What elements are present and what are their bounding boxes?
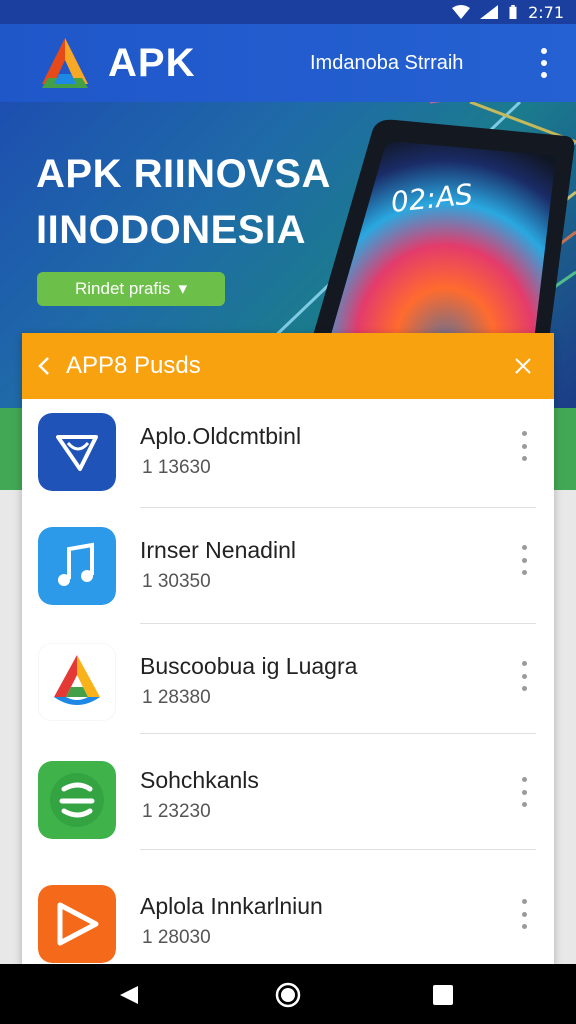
apps-panel: APP8 Pusds Aplo.Oldcmtbinl 1 13630 Irnse… — [22, 333, 554, 965]
item-size: 1 13630 — [142, 457, 211, 478]
list-item[interactable]: Buscoobua ig Luagra 1 28380 — [22, 629, 554, 745]
status-time: 2:71 — [528, 2, 564, 22]
close-icon[interactable] — [514, 357, 532, 375]
item-size: 1 23230 — [142, 801, 211, 822]
list-item[interactable]: Sohchkanls 1 23230 — [22, 743, 554, 859]
item-more-icon[interactable] — [522, 545, 528, 575]
wifi-icon — [452, 5, 471, 19]
hero-action-button[interactable]: Rindet prafis ▾ — [37, 272, 225, 306]
play-triangle-icon — [38, 885, 116, 963]
item-name: Buscoobua ig Luagra — [140, 653, 358, 679]
nav-home-icon[interactable] — [275, 982, 301, 1008]
item-more-icon[interactable] — [522, 431, 528, 461]
status-bar: 2:71 — [0, 0, 576, 24]
nav-back-icon[interactable] — [118, 984, 140, 1006]
chevron-down-icon: ▾ — [178, 279, 187, 298]
overflow-menu-icon[interactable] — [538, 48, 550, 78]
nav-recents-icon[interactable] — [433, 985, 453, 1005]
app-bar: APK Imdanoba Strraih — [0, 24, 576, 102]
hero-title: APK RIINOVSA IINODONESIA — [36, 152, 331, 252]
list-item[interactable]: Aplo.Oldcmtbinl 1 13630 — [22, 399, 554, 515]
item-more-icon[interactable] — [522, 661, 528, 691]
item-name: Aplo.Oldcmtbinl — [140, 423, 302, 449]
panel-title: APP8 Pusds — [66, 352, 201, 379]
apk-logo-icon — [42, 38, 88, 88]
divider — [140, 623, 536, 624]
item-size: 1 28030 — [142, 927, 211, 948]
music-note-icon — [38, 527, 116, 605]
panel-header: APP8 Pusds — [22, 333, 554, 399]
multicolor-triangle-icon — [38, 643, 116, 721]
item-more-icon[interactable] — [522, 899, 528, 929]
s-logo-icon — [38, 761, 116, 839]
divider — [140, 849, 536, 850]
system-nav-bar — [0, 964, 576, 1024]
divider — [140, 507, 536, 508]
battery-icon — [509, 5, 517, 19]
chevron-left-icon[interactable] — [36, 355, 52, 377]
item-name: Sohchkanls — [140, 767, 259, 793]
app-bar-subtitle[interactable]: Imdanoba Strraih — [310, 52, 463, 75]
item-more-icon[interactable] — [522, 777, 528, 807]
signal-icon — [480, 5, 499, 19]
divider — [140, 733, 536, 734]
shield-app-icon — [38, 413, 116, 491]
item-size: 1 30350 — [142, 571, 211, 592]
item-name: Irnser Nenadinl — [140, 537, 296, 563]
list-item[interactable]: Aplola Innkarlniun 1 28030 — [22, 871, 554, 965]
item-size: 1 28380 — [142, 687, 211, 708]
item-name: Aplola Innkarlniun — [140, 893, 323, 919]
list-item[interactable]: Irnser Nenadinl 1 30350 — [22, 513, 554, 629]
app-title: APK — [108, 40, 196, 85]
